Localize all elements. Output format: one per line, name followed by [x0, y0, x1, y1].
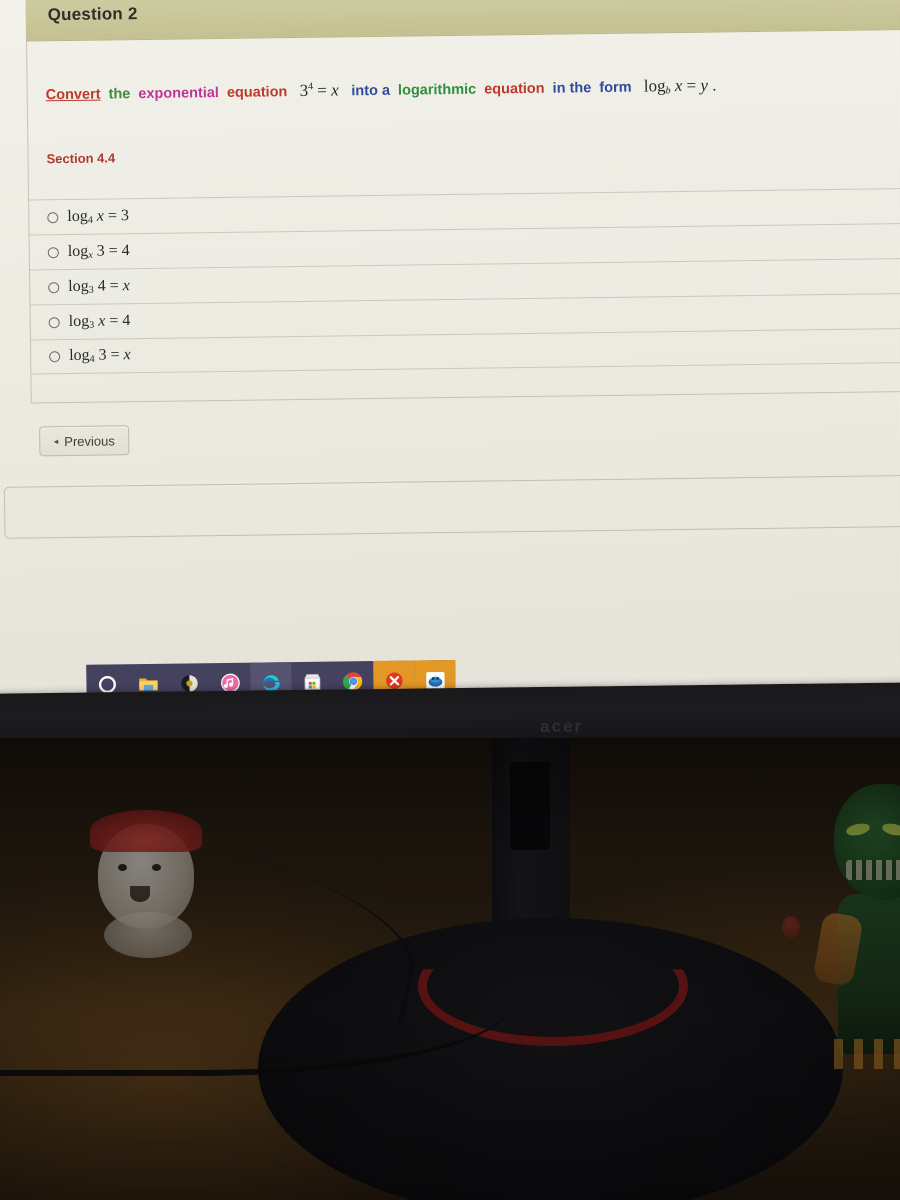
- prompt-word-in-the: in the: [552, 80, 592, 97]
- monitor-screen-area: Question 2 Convert the exponential equat…: [0, 0, 900, 707]
- radio-button-icon-5[interactable]: [49, 351, 61, 363]
- answer-option-label-4: log3 x = 4: [68, 312, 131, 331]
- prompt-word-into-a: into a: [351, 82, 391, 100]
- prompt-word-the: the: [108, 86, 131, 103]
- prompt-word-logarithmic: logarithmic: [397, 81, 477, 99]
- prompt-word-equation-2: equation: [484, 80, 545, 98]
- question-prompt: Convert the exponential equation 34 = x …: [46, 71, 846, 107]
- radio-button-icon-3[interactable]: [48, 281, 60, 293]
- monitor-stand-slot: [510, 762, 550, 850]
- acer-logo: acer: [539, 716, 584, 737]
- plush-toy-hat: [90, 810, 202, 852]
- prompt-word-exponential: exponential: [138, 85, 220, 103]
- radio-button-icon-1[interactable]: [47, 211, 59, 223]
- green-figure-teeth: [846, 860, 900, 880]
- photograph-of-monitor: Question 2 Convert the exponential equat…: [0, 0, 900, 1200]
- answer-option-label-5: log4 3 = x: [69, 346, 131, 366]
- prompt-word-convert: Convert: [45, 86, 101, 104]
- question-body-card: Convert the exponential equation 34 = x …: [26, 29, 900, 404]
- answer-option-label-2: logx 3 = 4: [67, 242, 130, 261]
- green-figure-right: [812, 784, 900, 1074]
- screen-surface: Question 2 Convert the exponential equat…: [0, 0, 900, 707]
- plush-toy-left: [86, 808, 212, 958]
- answer-option-label-1: log4 x = 3: [67, 207, 130, 226]
- prompt-math-logarithmic: logb x = y .: [639, 75, 717, 97]
- green-figure-legs: [834, 1039, 900, 1069]
- small-red-object: [782, 916, 800, 938]
- previous-button-label: Previous: [64, 432, 115, 449]
- answer-options-list: log4 x = 3 logx 3 = 4 log3 4 = x log3 x …: [29, 187, 900, 375]
- plush-toy-mouth: [130, 886, 150, 902]
- plush-toy-eye-left: [118, 864, 127, 871]
- answer-option-label-3: log3 4 = x: [68, 277, 130, 296]
- previous-button[interactable]: ◂ Previous: [39, 425, 130, 457]
- prompt-math-exponential: 34 = x: [295, 80, 339, 101]
- prompt-word-equation-1: equation: [226, 84, 288, 101]
- section-label: Section 4.4: [46, 150, 116, 167]
- desk-and-room-background: [0, 738, 900, 1200]
- radio-button-icon-2[interactable]: [47, 246, 59, 258]
- empty-content-box: [3, 474, 900, 539]
- question-title: Question 2: [47, 3, 138, 24]
- prompt-word-form: form: [599, 79, 632, 97]
- plush-toy-eye-right: [152, 864, 161, 871]
- arrow-left-icon: ◂: [53, 435, 59, 446]
- green-figure-head: [834, 784, 900, 900]
- radio-button-icon-4[interactable]: [48, 316, 60, 328]
